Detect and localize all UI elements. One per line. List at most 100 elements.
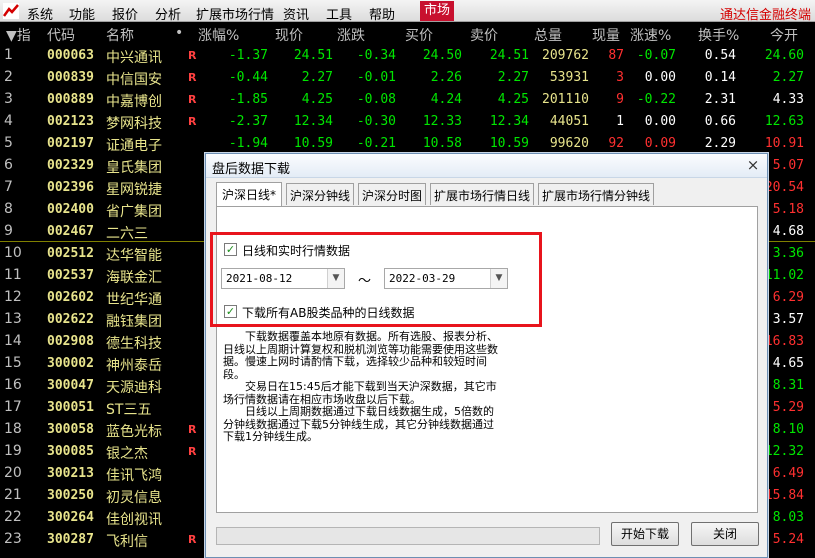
col-name[interactable]: 名称 — [106, 25, 134, 45]
chevron-down-icon[interactable]: ▼ — [327, 269, 344, 288]
col-cur-vol[interactable]: 现量 — [592, 25, 620, 45]
col-ask[interactable]: 卖价 — [470, 25, 498, 45]
open-cell: 12.63 — [764, 114, 804, 129]
open-cell: 10.91 — [764, 136, 804, 151]
ask-cell: 4.25 — [497, 92, 529, 107]
rzrq-flag: R — [188, 49, 197, 62]
price-cell: 12.34 — [293, 114, 333, 129]
stock-name: 达华智能 — [106, 248, 162, 264]
open-cell: 12.32 — [764, 444, 804, 459]
volume-cell: 53931 — [549, 70, 589, 85]
row-index: 14 — [4, 333, 22, 349]
col-code[interactable]: 代码 — [47, 25, 75, 45]
ask-cell: 2.27 — [497, 70, 529, 85]
close-button[interactable]: 关闭 — [691, 522, 759, 546]
open-cell: 5.18 — [772, 202, 804, 217]
stock-code: 002622 — [47, 312, 94, 327]
table-row[interactable]: 4 002123 梦网科技 R -2.37 12.34 -0.30 12.33 12.34 440… — [0, 110, 815, 132]
open-cell: 8.31 — [772, 378, 804, 393]
stock-code: 002512 — [47, 246, 94, 261]
col-volume[interactable]: 总量 — [534, 25, 562, 45]
menu-ext-market[interactable]: 扩展市场行情 — [196, 4, 274, 23]
row-index: 12 — [4, 289, 22, 305]
open-cell: 8.03 — [772, 510, 804, 525]
bid-cell: 4.24 — [430, 92, 462, 107]
menu-info[interactable]: 资讯 — [283, 4, 309, 23]
note-paragraph: 交易日在15:45后才能下载到当天沪深数据，其它市场行情数据请在相应市场收盘以后… — [223, 380, 497, 406]
tab-ext-minute[interactable]: 扩展市场行情分钟线 — [538, 183, 654, 205]
stock-name: 中兴通讯 — [106, 50, 162, 66]
col-speed[interactable]: 涨速% — [630, 25, 671, 45]
open-cell: 16.83 — [764, 334, 804, 349]
row-index: 20 — [4, 465, 22, 481]
menu-quote[interactable]: 报价 — [112, 4, 138, 23]
open-cell: 24.60 — [764, 48, 804, 63]
col-open[interactable]: 今开 — [770, 25, 798, 45]
close-icon[interactable]: × — [745, 157, 761, 173]
cur-vol-cell: 3 — [616, 70, 624, 85]
stock-name: 中嘉博创 — [106, 94, 162, 110]
menu-help[interactable]: 帮助 — [369, 4, 395, 23]
stock-name: 银之杰 — [106, 446, 148, 462]
change-pct-cell: -1.37 — [228, 48, 268, 63]
open-cell: 3.36 — [772, 246, 804, 261]
col-change[interactable]: 涨跌 — [337, 25, 365, 45]
stock-name: 皇氏集团 — [106, 160, 162, 176]
all-ab-label: 下载所有AB股类品种的日线数据 — [242, 306, 415, 320]
menu-tools[interactable]: 工具 — [326, 4, 352, 23]
price-cell: 24.51 — [293, 48, 333, 63]
table-row[interactable]: 1 000063 中兴通讯 R -1.37 24.51 -0.34 24.50 24.51 209… — [0, 44, 815, 66]
volume-cell: 44051 — [549, 114, 589, 129]
price-cell: 4.25 — [301, 92, 333, 107]
table-row[interactable]: 2 000839 中信国安 R -0.44 2.27 -0.01 2.26 2.27 53931 3… — [0, 66, 815, 88]
col-change-pct[interactable]: 涨幅% — [198, 25, 239, 45]
date-to-picker[interactable]: 2022-03-29 ▼ — [384, 268, 508, 289]
menu-system[interactable]: 系统 — [27, 4, 53, 23]
tab-daily[interactable]: 沪深日线* — [216, 182, 282, 206]
stock-code: 300085 — [47, 444, 94, 459]
row-index: 1 — [4, 47, 13, 63]
check-icon[interactable]: ✓ — [224, 305, 237, 318]
stock-code: 002400 — [47, 202, 94, 217]
stock-code: 300058 — [47, 422, 94, 437]
table-row[interactable]: 5 002197 证通电子 -1.94 10.59 -0.21 10.58 10.59 9962… — [0, 132, 815, 154]
col-index[interactable]: ▼指 — [6, 25, 31, 45]
change-pct-cell: -2.37 — [228, 114, 268, 129]
menu-analysis[interactable]: 分析 — [155, 4, 181, 23]
open-cell: 5.07 — [772, 158, 804, 173]
open-cell: 4.65 — [772, 356, 804, 371]
menu-market[interactable]: 市场 — [420, 1, 454, 21]
rzrq-flag: R — [188, 71, 197, 84]
date-to-value: 2022-03-29 — [389, 272, 456, 285]
menu-function[interactable]: 功能 — [69, 4, 95, 23]
speed-cell: 0.00 — [644, 70, 676, 85]
tab-minute[interactable]: 沪深分钟线 — [286, 183, 354, 205]
cur-vol-cell: 9 — [616, 92, 624, 107]
stock-name: 省广集团 — [106, 204, 162, 220]
stock-name: ST三五 — [106, 402, 152, 418]
check-icon[interactable]: ✓ — [224, 243, 237, 256]
stock-code: 300002 — [47, 356, 94, 371]
turnover-cell: 0.54 — [704, 48, 736, 63]
stock-code: 300051 — [47, 400, 94, 415]
col-price[interactable]: 现价 — [275, 25, 303, 45]
rzrq-flag: R — [188, 445, 197, 458]
volume-cell: 201110 — [542, 92, 589, 107]
chevron-down-icon[interactable]: ▼ — [490, 269, 507, 288]
change-cell: -0.30 — [356, 114, 396, 129]
start-download-button[interactable]: 开始下载 — [611, 522, 679, 546]
row-index: 21 — [4, 487, 22, 503]
open-cell: 11.02 — [764, 268, 804, 283]
cur-vol-cell: 92 — [608, 136, 624, 151]
col-bid[interactable]: 买价 — [405, 25, 433, 45]
speed-cell: 0.00 — [644, 114, 676, 129]
tab-ext-daily[interactable]: 扩展市场行情日线 — [430, 183, 534, 205]
table-row[interactable]: 3 000889 中嘉博创 R -1.85 4.25 -0.08 4.24 4.25 201110… — [0, 88, 815, 110]
row-index: 16 — [4, 377, 22, 393]
tab-timeshare[interactable]: 沪深分时图 — [358, 183, 426, 205]
bid-cell: 12.33 — [422, 114, 462, 129]
date-from-picker[interactable]: 2021-08-12 ▼ — [221, 268, 345, 289]
col-turnover[interactable]: 换手% — [698, 25, 739, 45]
progress-bar — [216, 527, 600, 545]
dialog-titlebar[interactable]: 盘后数据下载 × — [206, 154, 767, 178]
